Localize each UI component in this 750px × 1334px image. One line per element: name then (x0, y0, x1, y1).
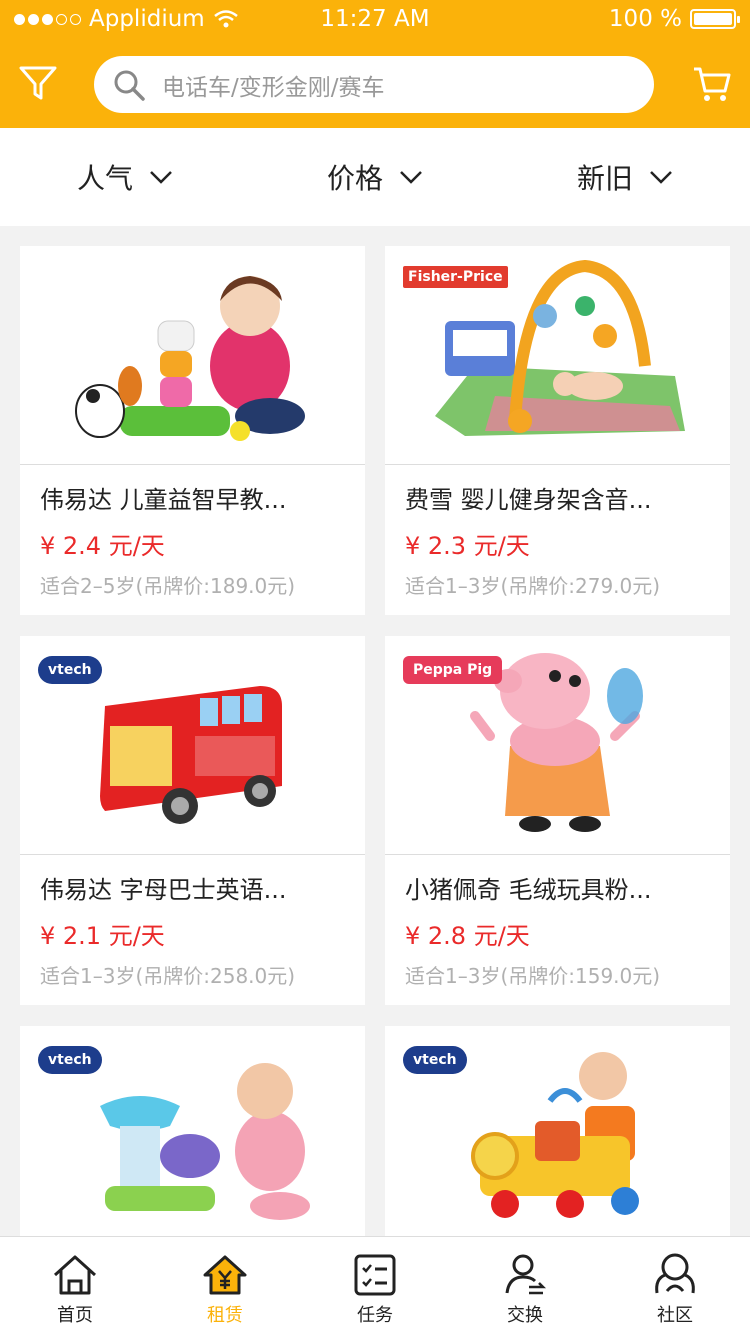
search-placeholder: 电话车/变形金刚/赛车 (162, 74, 385, 101)
product-image: vtech (20, 636, 365, 854)
product-price: ¥ 2.3 元/天 (405, 532, 530, 560)
product-title: 伟易达 字母巴士英语... (40, 876, 287, 904)
sort-bar: 人气 价格 新旧 (0, 128, 750, 226)
tab-home[interactable]: 首页 (0, 1237, 150, 1334)
brand-logo: Fisher-Price (403, 266, 508, 288)
task-icon (354, 1254, 396, 1296)
battery-percent: 100 % (608, 6, 682, 32)
brand-logo: vtech (38, 656, 102, 684)
product-image: Fisher-Price (385, 246, 730, 464)
tab-task[interactable]: 任务 (300, 1237, 450, 1334)
rent-icon (203, 1255, 247, 1295)
tab-rent[interactable]: 租赁 (150, 1237, 300, 1334)
product-price: ¥ 2.1 元/天 (40, 922, 165, 950)
product-card[interactable]: vtech 伟易达 字母巴士英语... ¥ 2.1 元/天 适合1–3岁(吊牌价… (20, 636, 365, 1005)
product-meta: 适合2–5岁(吊牌价:189.0元) (40, 574, 296, 598)
bottom-tab-bar: 首页 租赁 任务 交换 社区 (0, 1236, 750, 1334)
brand-logo: vtech (403, 1046, 467, 1074)
tab-exchange[interactable]: 交换 (450, 1237, 600, 1334)
product-title: 伟易达 儿童益智早教... (40, 486, 287, 514)
product-image: Peppa Pig (385, 636, 730, 854)
home-icon (53, 1255, 97, 1295)
product-card[interactable]: Fisher-Price 费雪 婴儿健身架含音... ¥ 2.3 元/天 适合1… (385, 246, 730, 615)
product-card[interactable]: 伟易达 儿童益智早教... ¥ 2.4 元/天 适合2–5岁(吊牌价:189.0… (20, 246, 365, 615)
product-title: 费雪 婴儿健身架含音... (405, 486, 652, 514)
product-meta: 适合1–3岁(吊牌价:279.0元) (405, 574, 661, 598)
tab-label: 首页 (57, 1305, 93, 1326)
product-meta: 适合1–3岁(吊牌价:258.0元) (40, 964, 296, 988)
product-price: ¥ 2.8 元/天 (405, 922, 530, 950)
sort-label: 价格 (326, 162, 383, 195)
chevron-down-icon (650, 171, 672, 184)
status-bar: Applidium 11:27 AM 100 % (0, 0, 750, 40)
cart-icon[interactable] (692, 64, 732, 104)
search-input[interactable]: 电话车/变形金刚/赛车 (94, 56, 654, 113)
sort-popularity[interactable]: 人气 (0, 128, 250, 226)
exchange-icon (505, 1254, 547, 1295)
sort-label: 新旧 (576, 162, 633, 195)
filter-icon[interactable] (18, 64, 58, 104)
tab-label: 租赁 (207, 1305, 243, 1326)
product-price: ¥ 2.4 元/天 (40, 532, 165, 560)
tab-label: 任务 (357, 1305, 393, 1326)
sort-price[interactable]: 价格 (250, 128, 500, 226)
product-image: vtech (385, 1026, 730, 1244)
product-image (20, 246, 365, 464)
sort-label: 人气 (76, 162, 133, 195)
search-icon (114, 70, 145, 101)
battery-status: 100 % (608, 6, 740, 32)
tab-label: 交换 (507, 1305, 543, 1326)
brand-logo: Peppa Pig (403, 656, 503, 684)
app-header: Applidium 11:27 AM 100 % 电话车/变形金刚/赛车 (0, 0, 750, 128)
sort-condition[interactable]: 新旧 (500, 128, 750, 226)
chevron-down-icon (150, 171, 172, 184)
product-meta: 适合1–3岁(吊牌价:159.0元) (405, 964, 661, 988)
chevron-down-icon (400, 171, 422, 184)
brand-logo: vtech (38, 1046, 102, 1074)
product-image: vtech (20, 1026, 365, 1244)
community-icon (655, 1253, 695, 1294)
battery-icon (690, 9, 740, 29)
tab-community[interactable]: 社区 (600, 1237, 750, 1334)
product-card[interactable]: Peppa Pig 小猪佩奇 毛绒玩具粉... ¥ 2.8 元/天 适合1–3岁… (385, 636, 730, 1005)
product-title: 小猪佩奇 毛绒玩具粉... (405, 876, 652, 904)
tab-label: 社区 (657, 1305, 693, 1326)
